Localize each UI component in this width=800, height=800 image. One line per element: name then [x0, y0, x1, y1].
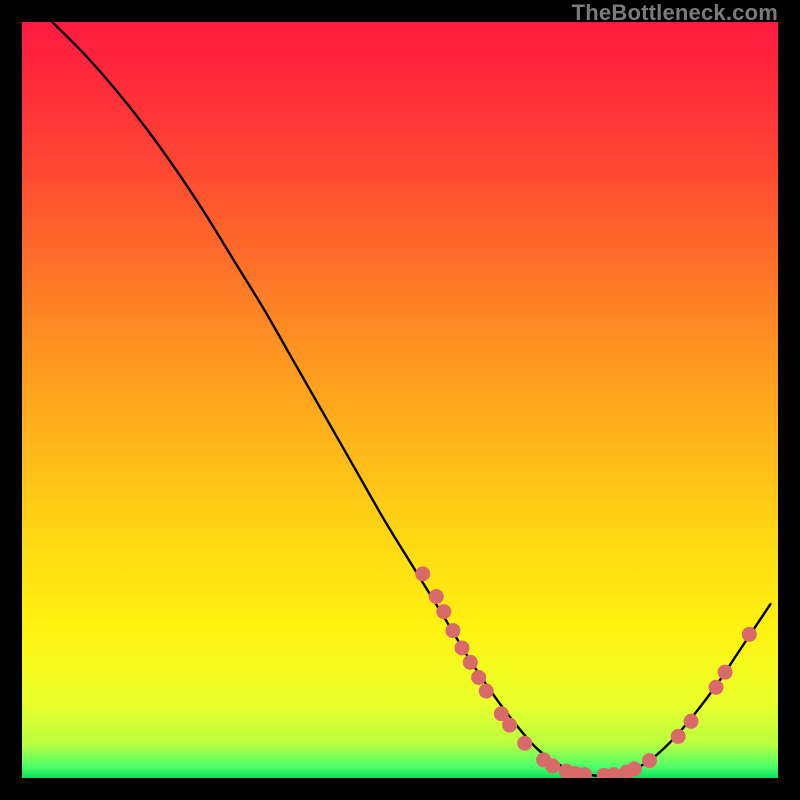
marker-dot	[502, 718, 517, 733]
marker-dot	[479, 684, 494, 699]
plot-area	[22, 22, 778, 778]
marker-dot	[454, 640, 469, 655]
marker-dot	[471, 670, 486, 685]
marker-dot	[709, 680, 724, 695]
marker-dot	[684, 714, 699, 729]
marker-dot	[742, 627, 757, 642]
marker-dot	[415, 566, 430, 581]
marker-dot	[642, 753, 657, 768]
marker-dot	[545, 758, 560, 773]
marker-dot	[429, 589, 444, 604]
gradient-background	[22, 22, 778, 778]
marker-dot	[436, 604, 451, 619]
marker-dot	[445, 623, 460, 638]
chart-container: TheBottleneck.com	[0, 0, 800, 800]
marker-dot	[671, 729, 686, 744]
marker-dot	[627, 761, 642, 776]
chart-svg	[22, 22, 778, 778]
marker-dot	[517, 736, 532, 751]
marker-dot	[718, 665, 733, 680]
marker-dot	[463, 655, 478, 670]
